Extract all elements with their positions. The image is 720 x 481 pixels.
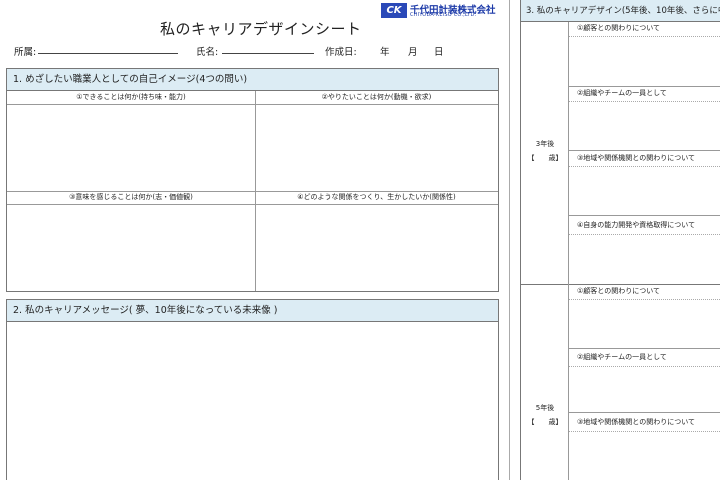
- question-2-answer-area[interactable]: [255, 105, 498, 191]
- row-divider: [569, 150, 720, 151]
- section-self-image: 1. めざしたい職業人としての自己イメージ(4つの問い) ①できることは何か(持…: [6, 68, 499, 292]
- customer-relations-answer-area[interactable]: [569, 300, 720, 348]
- item-skill-development: ④自身の能力開発や資格取得について: [577, 221, 696, 229]
- age-bracket: 【 歳】: [527, 154, 563, 162]
- affiliation-label: 所属:: [14, 47, 37, 58]
- age-bracket: 【 歳】: [527, 418, 563, 426]
- item-community-relations: ③地域や関係機関との関わりについて: [577, 418, 695, 426]
- question-3-heading: ③意味を感じることは何か(志・価値観): [7, 191, 255, 205]
- timeframe-label: 3年後: [535, 140, 555, 148]
- team-member-answer-area[interactable]: [569, 367, 720, 412]
- section-career-design-heading: 3. 私のキャリアデザイン(5年後、10年後、さらに中長: [521, 0, 720, 22]
- row-divider: [569, 215, 720, 216]
- date-label: 作成日:: [325, 47, 357, 58]
- page-title: 私のキャリアデザインシート: [160, 20, 362, 38]
- item-community-relations: ③地域や関係機関との関わりについて: [577, 154, 695, 162]
- company-logo: CK: [381, 3, 407, 18]
- name-field[interactable]: [222, 44, 314, 54]
- section-career-design: 3. 私のキャリアデザイン(5年後、10年後、さらに中長 3年後 【 歳】 ①顧…: [520, 0, 720, 480]
- item-customer-relations: ①顧客との関わりについて: [577, 24, 660, 32]
- row-divider: [569, 412, 720, 413]
- section-self-image-heading: 1. めざしたい職業人としての自己イメージ(4つの問い): [7, 69, 498, 91]
- section-career-message: 2. 私のキャリアメッセージ( 夢、10年後になっている未来像 ): [6, 299, 499, 480]
- item-customer-relations: ①顧客との関わりについて: [577, 287, 660, 295]
- item-team-member: ②組織やチームの一員として: [577, 353, 667, 361]
- team-member-answer-area[interactable]: [569, 102, 720, 150]
- career-message-answer-area[interactable]: [7, 322, 498, 481]
- question-3-answer-area[interactable]: [7, 205, 255, 291]
- question-4-heading: ④どのような関係をつくり、生かしたいか(関係性): [255, 191, 498, 205]
- section-career-message-heading: 2. 私のキャリアメッセージ( 夢、10年後になっている未来像 ): [7, 300, 498, 322]
- skill-development-answer-area[interactable]: [569, 235, 720, 284]
- page-divider: [509, 0, 510, 480]
- affiliation-field[interactable]: [38, 44, 178, 54]
- company-sub-name: CHIYODA-KEISO CO.,LTD.: [410, 12, 477, 18]
- question-1-heading: ①できることは何か(持ち味・能力): [7, 91, 255, 105]
- community-relations-answer-area[interactable]: [569, 432, 720, 480]
- question-2-heading: ②やりたいことは何か(動機・欲求): [255, 91, 498, 105]
- community-relations-answer-area[interactable]: [569, 167, 720, 215]
- question-1-answer-area[interactable]: [7, 105, 255, 191]
- timeframe-label: 5年後: [535, 404, 555, 412]
- item-team-member: ②組織やチームの一員として: [577, 89, 667, 97]
- day-label: 日: [434, 47, 444, 58]
- grid-divider: [255, 91, 256, 291]
- year-label: 年: [380, 47, 390, 58]
- timeframe-3-years: 3年後 【 歳】: [521, 22, 569, 284]
- question-4-answer-area[interactable]: [255, 205, 498, 291]
- month-label: 月: [408, 47, 418, 58]
- customer-relations-answer-area[interactable]: [569, 37, 720, 86]
- name-label: 氏名:: [196, 47, 219, 58]
- row-divider: [569, 348, 720, 349]
- timeframe-5-years: 5年後 【 歳】: [521, 284, 569, 480]
